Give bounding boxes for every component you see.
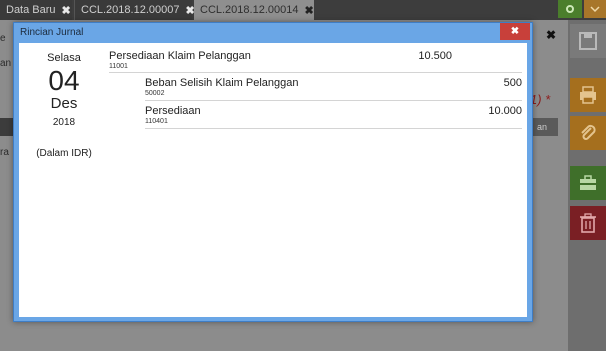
tab-label: CCL.2018.12.00007 <box>81 4 180 16</box>
dialog-body: Selasa 04 Des 2018 (Dalam IDR) Persediaa… <box>19 43 527 317</box>
journal-entry-credit: Persediaan 110401 <box>145 105 201 125</box>
dialog-close-button[interactable]: ✖ <box>500 23 530 40</box>
journal-entry-credit: Beban Selisih Klaim Pelanggan 50002 <box>145 77 299 97</box>
dialog-title: Rincian Jurnal <box>20 27 84 38</box>
table-header-left <box>0 118 14 136</box>
account-code: 11001 <box>109 63 128 70</box>
toolbox-button[interactable] <box>570 166 606 200</box>
background-text: an <box>0 58 12 69</box>
briefcase-icon <box>580 175 596 190</box>
background-close-icon[interactable]: ✖ <box>546 28 556 42</box>
dropdown-button[interactable] <box>584 0 606 18</box>
tab-label: Data Baru <box>6 4 56 16</box>
date-month: Des <box>50 95 78 112</box>
close-icon[interactable]: ✖ <box>304 4 313 17</box>
debit-amount: 10.500 <box>418 50 452 62</box>
tab-ccl-00007[interactable]: CCL.2018.12.00007 ✖ <box>74 0 195 20</box>
close-icon[interactable]: ✖ <box>62 4 71 17</box>
divider <box>109 72 522 73</box>
credit-amount: 10.000 <box>488 105 522 117</box>
account-name: Persediaan <box>145 105 201 117</box>
account-code: 50002 <box>145 90 165 97</box>
tab-data-baru[interactable]: Data Baru ✖ <box>0 0 72 20</box>
tab-label: CCL.2018.12.00014 <box>200 4 299 16</box>
tab-bar: Data Baru ✖ CCL.2018.12.00007 ✖ CCL.2018… <box>0 0 606 20</box>
background-text: ra <box>0 147 9 158</box>
journal-detail-dialog: Rincian Jurnal ✖ Selasa 04 Des 2018 (Dal… <box>13 22 533 322</box>
background-text: e <box>0 33 6 44</box>
gear-icon <box>566 5 574 13</box>
currency-note: (Dalam IDR) <box>36 148 92 159</box>
delete-button[interactable] <box>570 206 606 240</box>
required-marker: 1) * <box>530 92 551 107</box>
close-icon: ✖ <box>510 26 520 37</box>
divider <box>145 100 522 101</box>
chevron-down-icon <box>590 6 600 13</box>
paperclip-icon <box>581 124 596 140</box>
attachment-button[interactable] <box>570 116 606 150</box>
date-year: 2018 <box>52 117 76 128</box>
save-icon <box>579 32 597 50</box>
account-name: Beban Selisih Klaim Pelanggan <box>145 77 299 89</box>
print-button[interactable] <box>570 78 606 112</box>
save-button[interactable] <box>570 24 606 58</box>
account-code: 110401 <box>145 118 168 125</box>
account-name: Persediaan Klaim Pelanggan <box>109 50 251 62</box>
print-icon <box>580 86 596 104</box>
journal-entry-debit: Persediaan Klaim Pelanggan 11001 <box>109 50 251 70</box>
background-text: an <box>536 122 547 132</box>
tab-ccl-00014[interactable]: CCL.2018.12.00014 ✖ <box>194 0 314 20</box>
date-day: 04 <box>48 65 80 96</box>
trash-icon <box>580 213 596 233</box>
divider <box>145 128 522 129</box>
settings-button[interactable] <box>558 0 582 18</box>
credit-amount: 500 <box>503 77 522 89</box>
date-day-name: Selasa <box>47 52 81 64</box>
